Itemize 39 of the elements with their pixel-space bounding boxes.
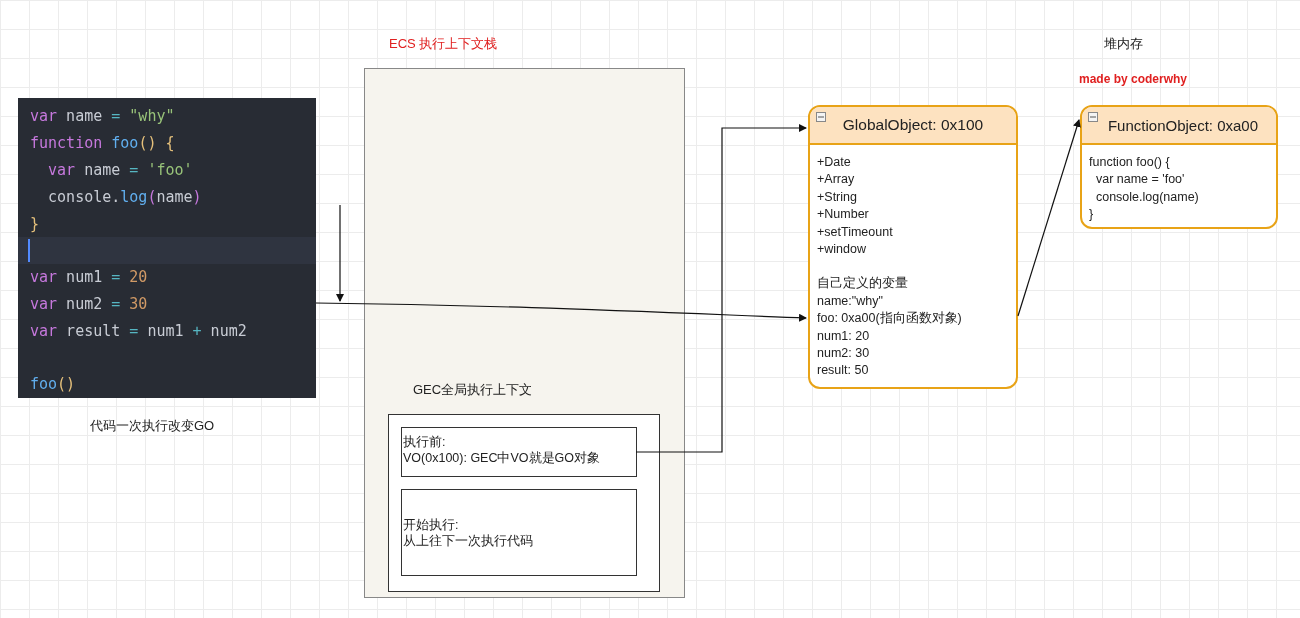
object-field: }	[1089, 206, 1269, 224]
object-field: num2: 30	[817, 345, 1009, 363]
object-title: FunctionObject: 0xa00	[1107, 116, 1259, 134]
context-title: GEC全局执行上下文	[413, 381, 533, 399]
code-caption: 代码一次执行改变GO	[90, 417, 215, 435]
code-line: var name = 'foo'	[47, 161, 193, 179]
collapse-icon[interactable]	[1088, 112, 1098, 122]
object-field: name:"why"	[817, 292, 1009, 311]
object-field: result: 50	[817, 362, 1009, 380]
object-field: foo: 0xa00(指向函数对象)	[817, 310, 1009, 328]
object-field: console.log(name)	[1089, 188, 1269, 207]
object-field: +Array	[817, 171, 1009, 189]
object-field: +setTimeount	[817, 223, 1009, 242]
stack-title: ECS 执行上下文栈	[389, 35, 498, 53]
code-line: var result = num1 + num2	[30, 321, 247, 340]
object-field: function foo() {	[1089, 154, 1269, 172]
object-field: +window	[817, 241, 1009, 259]
section-text: 开始执行:	[403, 516, 460, 533]
section-text: 从上往下一次执行代码	[403, 532, 534, 549]
code-line: var name = "why"	[30, 107, 175, 126]
code-line: function foo() {	[30, 134, 175, 153]
section-text: 执行前:	[403, 434, 447, 450]
code-line: }	[30, 214, 40, 233]
heap-title: 堆内存	[1104, 35, 1143, 53]
object-field: var name = 'foo'	[1089, 171, 1269, 189]
section-text: VO(0x100): GEC中VO就是GO对象	[403, 450, 601, 466]
object-title: GlobalObject: 0x100	[842, 116, 984, 134]
object-field: +String	[817, 188, 1009, 207]
object-field: 自己定义的变量	[817, 275, 1009, 293]
text-cursor	[28, 239, 30, 262]
collapse-icon[interactable]	[816, 112, 826, 122]
object-field: +Number	[817, 206, 1009, 224]
code-line: var num2 = 30	[30, 294, 148, 313]
object-field: num1: 20	[817, 327, 1009, 346]
code-line: var num1 = 20	[30, 268, 148, 287]
code-line: console.log(name)	[47, 187, 202, 206]
code-line: foo()	[30, 375, 76, 394]
object-field: +Date	[817, 154, 1009, 172]
credit-text: made by coderwhy	[1079, 72, 1188, 86]
